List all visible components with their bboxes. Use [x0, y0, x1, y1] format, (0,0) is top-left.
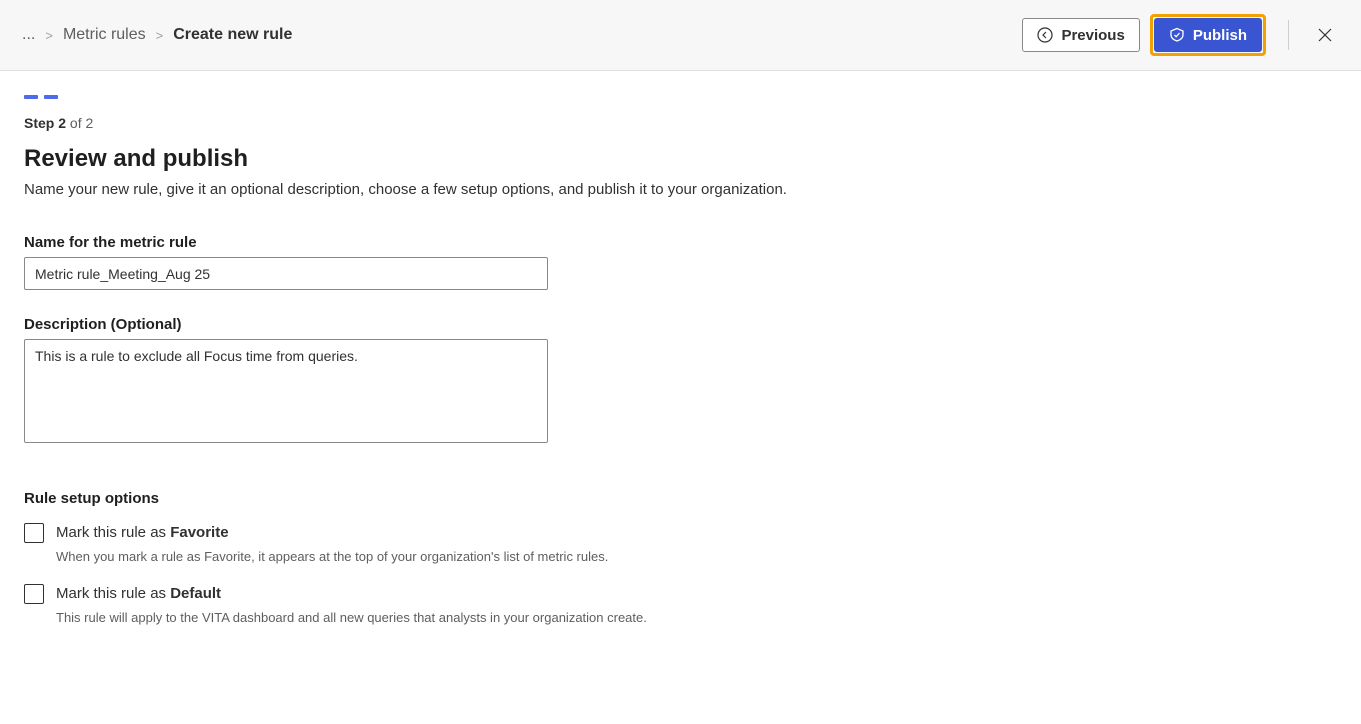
publish-icon: [1169, 27, 1185, 43]
step-dash-1: [24, 95, 38, 99]
name-field-label: Name for the metric rule: [24, 234, 836, 251]
default-checkbox[interactable]: [24, 584, 44, 604]
default-label-bold: Default: [170, 585, 221, 602]
default-label-prefix: Mark this rule as: [56, 585, 170, 602]
default-option-row: Mark this rule as Default: [24, 584, 836, 604]
previous-button[interactable]: Previous: [1022, 18, 1139, 52]
rule-setup-options-label: Rule setup options: [24, 490, 836, 507]
rule-description-input[interactable]: This is a rule to exclude all Focus time…: [24, 339, 548, 443]
publish-button-label: Publish: [1193, 27, 1247, 44]
step-suffix: of 2: [70, 115, 93, 131]
page-header: ... > Metric rules > Create new rule Pre…: [0, 0, 1361, 71]
publish-button[interactable]: Publish: [1154, 18, 1262, 52]
header-actions: Previous Publish: [1022, 14, 1339, 56]
divider: [1288, 20, 1289, 50]
default-option-description: This rule will apply to the VITA dashboa…: [56, 610, 836, 625]
publish-highlight: Publish: [1150, 14, 1266, 56]
previous-button-label: Previous: [1061, 27, 1124, 44]
rule-name-input[interactable]: [24, 257, 548, 290]
step-label: Step 2 of 2: [24, 115, 836, 131]
breadcrumb-parent[interactable]: Metric rules: [63, 26, 146, 44]
description-field-label: Description (Optional): [24, 316, 836, 333]
favorite-option-row: Mark this rule as Favorite: [24, 523, 836, 543]
page-title: Review and publish: [24, 145, 836, 173]
chevron-right-icon: >: [45, 28, 53, 43]
main-content: Step 2 of 2 Review and publish Name your…: [0, 71, 860, 669]
previous-icon: [1037, 27, 1053, 43]
close-button[interactable]: [1311, 21, 1339, 49]
favorite-checkbox[interactable]: [24, 523, 44, 543]
close-icon: [1316, 26, 1334, 44]
step-dash-2: [44, 95, 58, 99]
breadcrumb: ... > Metric rules > Create new rule: [22, 26, 292, 44]
favorite-label-prefix: Mark this rule as: [56, 524, 170, 541]
step-current: Step 2: [24, 115, 66, 131]
page-description: Name your new rule, give it an optional …: [24, 181, 836, 198]
favorite-label-bold: Favorite: [170, 524, 228, 541]
breadcrumb-ellipsis[interactable]: ...: [22, 26, 35, 44]
chevron-right-icon: >: [156, 28, 164, 43]
breadcrumb-current: Create new rule: [173, 26, 292, 44]
default-checkbox-label[interactable]: Mark this rule as Default: [56, 584, 221, 604]
step-indicator: [24, 95, 836, 99]
favorite-option-description: When you mark a rule as Favorite, it app…: [56, 549, 836, 564]
favorite-checkbox-label[interactable]: Mark this rule as Favorite: [56, 523, 229, 543]
